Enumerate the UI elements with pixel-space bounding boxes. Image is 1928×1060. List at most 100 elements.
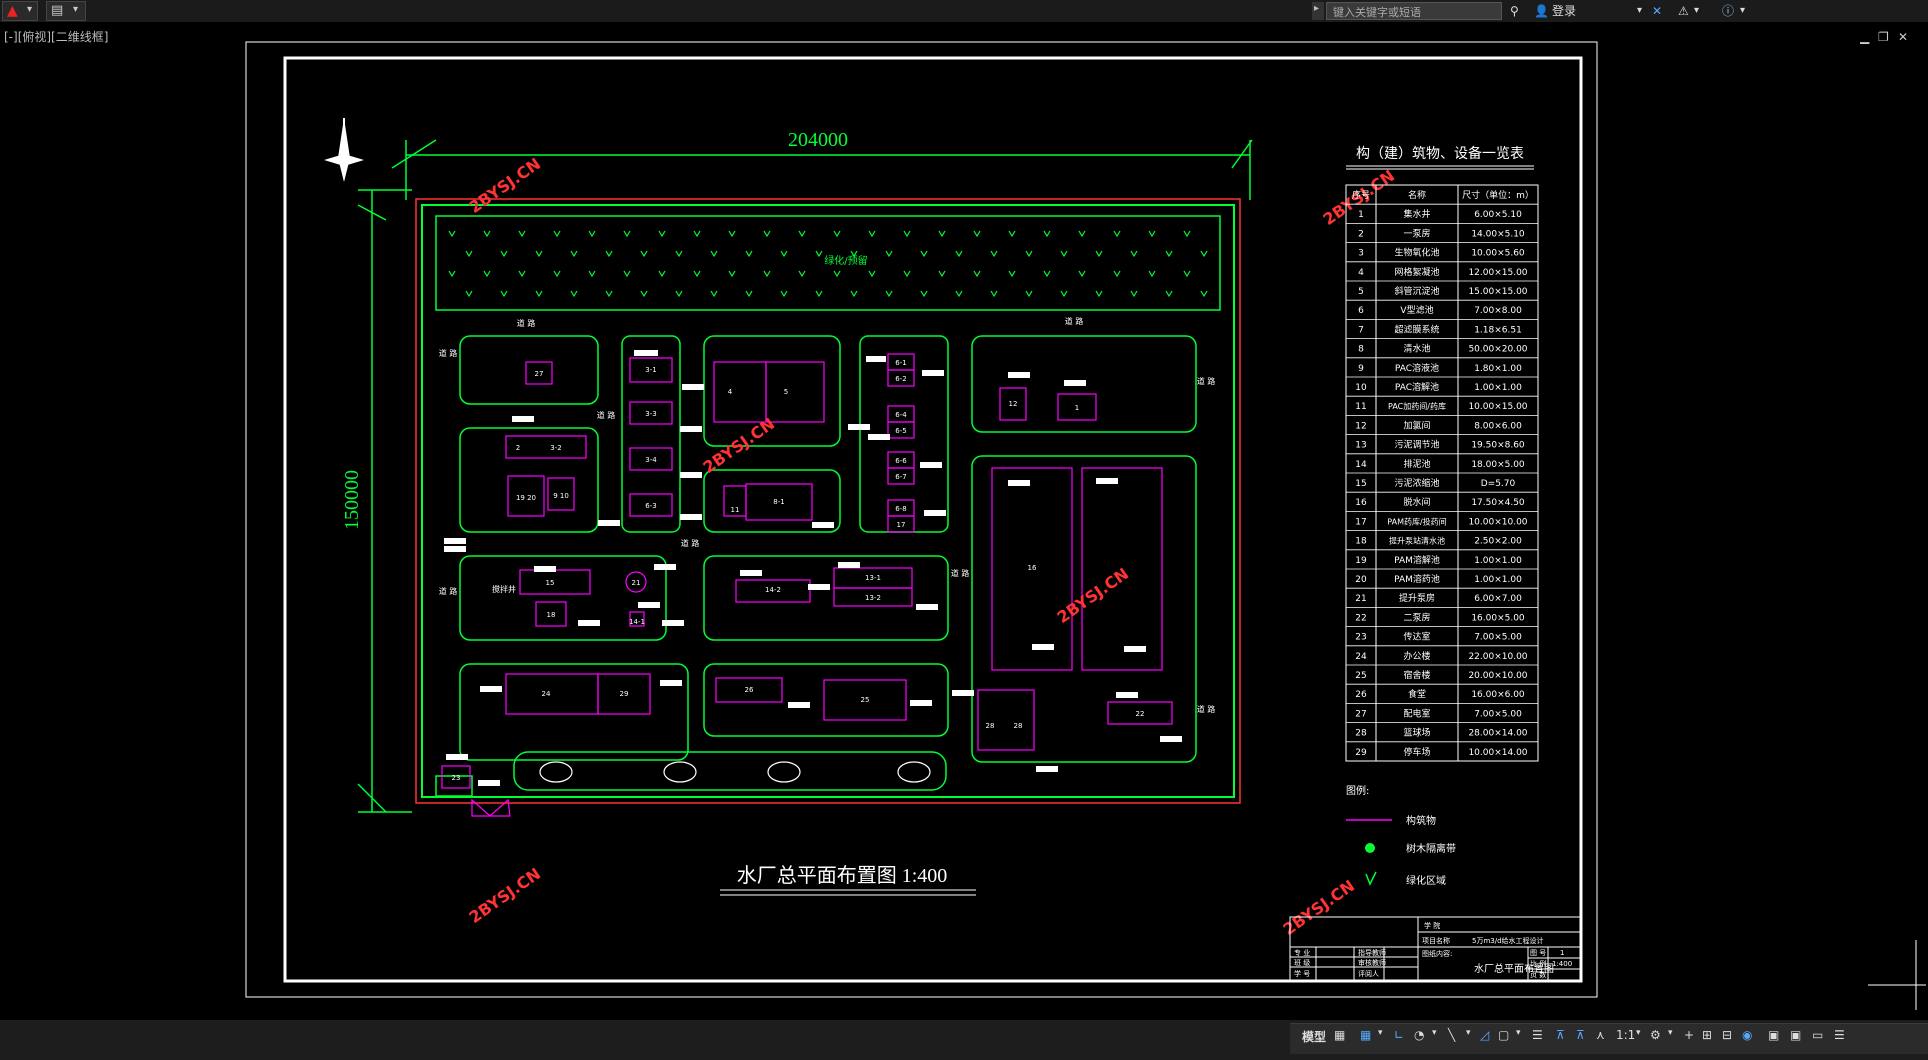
object-snap-icon[interactable]: ▢ [1498, 1028, 1509, 1042]
table-header: 名称 [1408, 189, 1426, 201]
table-cell: 18 [1355, 537, 1367, 547]
tree-mark [1095, 250, 1103, 258]
table-cell: 宿舍楼 [1403, 669, 1430, 681]
table-cell: 6.00×7.00 [1474, 594, 1522, 604]
tree-mark [973, 270, 981, 278]
osnap-icon[interactable]: ◿ [1480, 1028, 1489, 1042]
units-icon[interactable]: ⊞ [1702, 1028, 1712, 1042]
table-cell: 6 [1358, 306, 1364, 316]
gear-icon[interactable]: ⚙ [1650, 1028, 1661, 1042]
lineweight-icon[interactable]: ☰ [1532, 1028, 1543, 1042]
customize-icon[interactable]: ☰ [1834, 1028, 1845, 1042]
building-label-12: 12 [1009, 400, 1018, 408]
table-cell: V型滤池 [1400, 304, 1433, 316]
building-label-28b: 28 [1014, 722, 1023, 730]
road-label: 道 路 [951, 568, 970, 578]
site-boundary [415, 198, 1241, 804]
table-cell: 停车场 [1403, 746, 1430, 758]
table-cell: 10.00×5.60 [1471, 249, 1525, 259]
building-label-4: 4 [728, 388, 733, 396]
table-cell: 26 [1355, 690, 1367, 700]
tree-mark [973, 230, 981, 238]
table-cell: 16.00×6.00 [1471, 690, 1525, 700]
tree-mark [640, 290, 648, 298]
table-cell: 8 [1358, 345, 1364, 355]
a360-icon[interactable]: ⚠ [1678, 2, 1689, 20]
isolate-icon[interactable]: ◉ [1742, 1028, 1752, 1042]
clean-screen-icon[interactable]: ▣ [1790, 1028, 1801, 1042]
chevron-down-icon[interactable]: ▾ [1636, 1028, 1641, 1038]
login-button[interactable]: 登录 [1552, 2, 1576, 20]
tree-mark [938, 270, 946, 278]
app-menu-button[interactable]: ▲ ▾ [2, 1, 38, 21]
building-label-13-2: 13-2 [865, 594, 881, 602]
tb-major-label: 专 业 [1294, 948, 1310, 957]
tree-mark [1060, 290, 1068, 298]
table-cell: 23 [1355, 633, 1366, 643]
table-cell: 7.00×5.00 [1474, 709, 1522, 719]
table-cell: PAM药库/投药间 [1387, 516, 1446, 526]
building-label-6-6: 6-6 [895, 457, 907, 465]
table-cell: 提升泵房 [1399, 592, 1435, 604]
table-cell: 25 [1355, 671, 1366, 681]
tree-mark [518, 230, 526, 238]
tree-mark [1025, 290, 1033, 298]
table-cell: 传达室 [1403, 631, 1430, 643]
quick-props-icon[interactable]: ⊟ [1722, 1028, 1732, 1042]
table-cell: 1.00×1.00 [1474, 383, 1522, 393]
scale-dropdown[interactable]: 1:1 [1616, 1028, 1635, 1042]
annotation-visibility-icon[interactable]: ⊼ [1576, 1028, 1585, 1042]
chevron-down-icon[interactable]: ▾ [1378, 1028, 1383, 1038]
tb-project-value: 5万m3/d给水工程设计 [1472, 936, 1544, 945]
chevron-down-icon[interactable]: ▾ [1694, 2, 1699, 20]
tree-mark [885, 290, 893, 298]
drawing-canvas[interactable]: 204000 150000 绿化/预留 道 路 道 路 道 路 道 路 道 路 … [0, 22, 1928, 1018]
polar-icon[interactable]: ◔ [1414, 1028, 1424, 1042]
tb-checker-label: 审核教师 [1358, 958, 1386, 967]
tree-mark [500, 290, 508, 298]
isodraft-icon[interactable]: ╲ [1448, 1028, 1455, 1042]
drawing-title: 水厂总平面布置图 1:400 [737, 864, 948, 887]
table-cell: 配电室 [1403, 707, 1430, 719]
chevron-down-icon[interactable]: ▾ [1637, 2, 1642, 20]
binoculars-icon[interactable]: ⚲ [1510, 2, 1519, 20]
building-label-17: 17 [897, 521, 906, 529]
search-expand-button[interactable]: ▸ [1312, 2, 1324, 20]
building-label-6-4: 6-4 [895, 411, 907, 419]
table-cell: 22 [1355, 613, 1366, 623]
annotation-scale-icon[interactable]: ⊼ [1556, 1028, 1565, 1042]
tree-mark [728, 230, 736, 238]
legend-item: 绿化区域 [1406, 874, 1446, 887]
quick-access-button[interactable]: ▤ ▾ [46, 1, 86, 21]
table-cell: 1.18×6.51 [1474, 325, 1522, 335]
building-label-13-1: 13-1 [865, 574, 881, 582]
help-icon[interactable]: ⓘ [1722, 2, 1734, 20]
table-cell: 超滤膜系统 [1394, 323, 1439, 335]
tb-reviewer-label: 评阅人 [1358, 970, 1379, 978]
chevron-down-icon[interactable]: ▾ [1668, 1028, 1673, 1038]
snap-icon[interactable]: ▦ [1360, 1028, 1371, 1042]
table-cell: 16 [1355, 498, 1367, 508]
building-label-24: 24 [542, 690, 551, 698]
tree-mark [1130, 290, 1138, 298]
fullscreen-icon[interactable]: ▭ [1812, 1028, 1823, 1042]
annotation-auto-icon[interactable]: ⋏ [1596, 1028, 1605, 1042]
plus-icon[interactable]: + [1684, 1028, 1694, 1042]
exchange-icon[interactable]: ✕ [1652, 2, 1662, 20]
model-button[interactable]: 模型 [1302, 1028, 1326, 1045]
search-input[interactable]: 键入关键字或短语 [1326, 2, 1502, 20]
tree-mark [850, 290, 858, 298]
building-label-14-1: 14-1 [629, 618, 645, 626]
chevron-down-icon[interactable]: ▾ [1740, 2, 1745, 20]
tree-mark [640, 250, 648, 258]
building-label-6-1: 6-1 [895, 359, 906, 367]
table-cell: 27 [1355, 709, 1366, 719]
chevron-down-icon[interactable]: ▾ [1432, 1028, 1437, 1038]
ortho-icon[interactable]: ∟ [1394, 1028, 1404, 1042]
graphics-icon[interactable]: ▣ [1768, 1028, 1779, 1042]
building-label-11: 11 [731, 506, 740, 514]
chevron-down-icon[interactable]: ▾ [1516, 1028, 1521, 1038]
chevron-down-icon[interactable]: ▾ [1466, 1028, 1471, 1038]
grid-icon[interactable]: ▦ [1334, 1028, 1345, 1042]
table-cell: 4 [1358, 268, 1364, 278]
